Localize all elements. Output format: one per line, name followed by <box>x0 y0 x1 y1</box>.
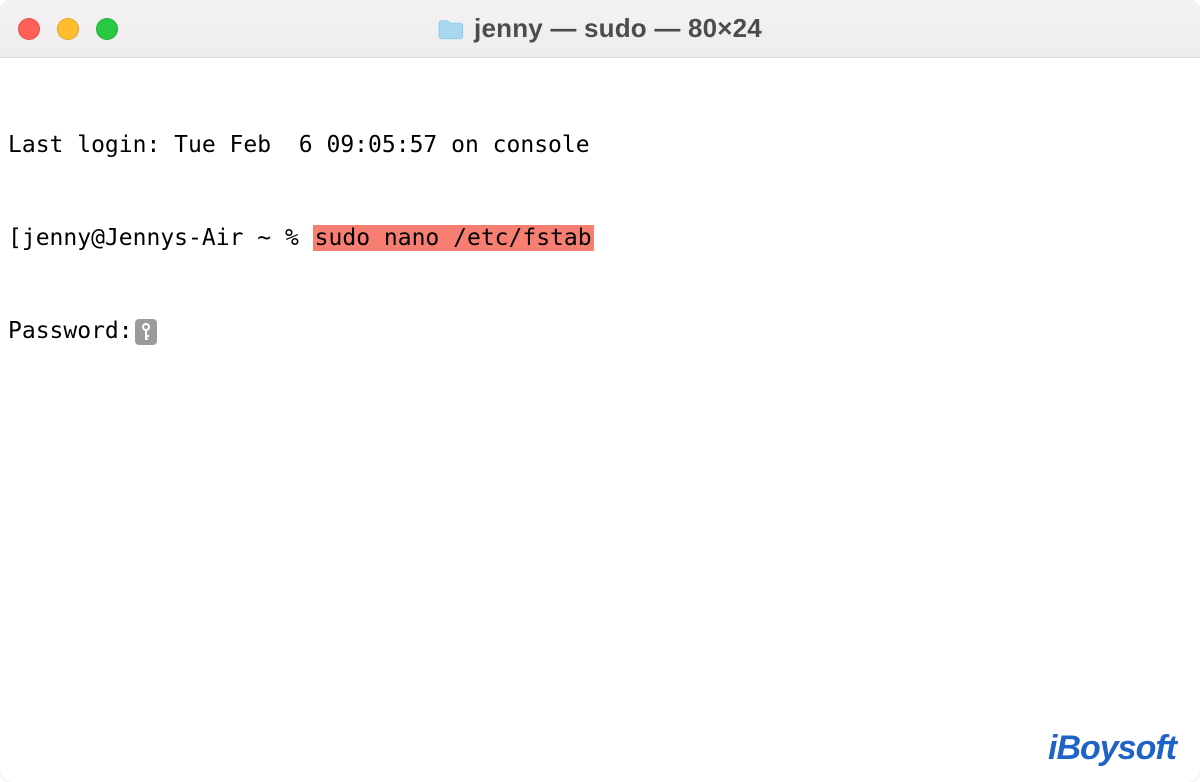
traffic-lights <box>18 18 118 40</box>
minimize-button[interactable] <box>57 18 79 40</box>
prompt-bracket: [ <box>8 225 22 251</box>
folder-icon <box>438 18 464 40</box>
title-center: jenny — sudo — 80×24 <box>0 13 1200 44</box>
prompt-line: [jenny@Jennys-Air ~ % sudo nano /etc/fst… <box>8 223 1192 254</box>
close-button[interactable] <box>18 18 40 40</box>
password-line: Password: <box>8 316 1192 347</box>
command-highlight: sudo nano /etc/fstab <box>313 225 594 251</box>
watermark: iBoysoft <box>1048 729 1176 768</box>
terminal-body[interactable]: Last login: Tue Feb 6 09:05:57 on consol… <box>0 58 1200 419</box>
window-title: jenny — sudo — 80×24 <box>474 13 762 44</box>
last-login-line: Last login: Tue Feb 6 09:05:57 on consol… <box>8 130 1192 161</box>
password-label: Password: <box>8 318 133 344</box>
window-titlebar[interactable]: jenny — sudo — 80×24 <box>0 0 1200 58</box>
maximize-button[interactable] <box>96 18 118 40</box>
terminal-window: jenny — sudo — 80×24 Last login: Tue Feb… <box>0 0 1200 782</box>
shell-prompt: jenny@Jennys-Air ~ % <box>22 225 313 251</box>
key-icon <box>135 319 157 345</box>
